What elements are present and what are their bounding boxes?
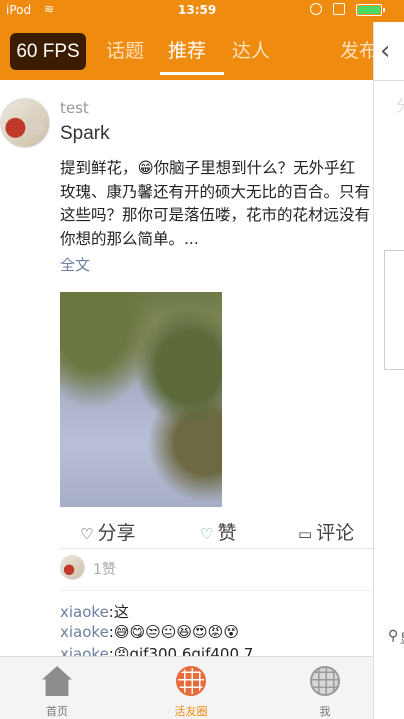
- panel-text-box[interactable]: [384, 250, 404, 370]
- picture-icon: [333, 3, 345, 15]
- tab-experts[interactable]: 达人: [232, 36, 270, 63]
- tab-me[interactable]: 我: [280, 657, 370, 719]
- chevron-left-icon[interactable]: ‹: [380, 36, 390, 66]
- tab-recommend[interactable]: 推荐: [168, 36, 206, 63]
- tab-friends-label: 活友圈: [174, 705, 208, 718]
- like-count: 1赞: [93, 562, 116, 578]
- side-panel: ‹ 分 ⚲ 显: [373, 22, 404, 719]
- status-time: 13:59: [178, 3, 217, 17]
- liker-avatar[interactable]: [60, 555, 85, 580]
- globe-icon: [310, 666, 340, 696]
- active-tab-indicator: [160, 72, 224, 75]
- bottom-tab-bar: 首页 活友圈 我: [0, 656, 373, 719]
- like-label: 赞: [217, 522, 237, 544]
- comment-button[interactable]: ▭ 评论: [298, 518, 354, 545]
- comment-text: 😅😋😒😐😆😍😡😵: [113, 623, 239, 641]
- fps-counter: 60 FPS: [10, 33, 86, 70]
- share-button[interactable]: ♡ 分享: [80, 518, 135, 545]
- post-subtitle: Spark: [60, 123, 110, 144]
- like-button[interactable]: ♡ 赞: [200, 518, 236, 545]
- comment-user[interactable]: xiaoke: [60, 623, 109, 641]
- carrier-label: iPod: [6, 3, 32, 17]
- wifi-icon: ≋: [44, 2, 55, 16]
- home-icon: [42, 666, 72, 696]
- comment-text: 这: [113, 603, 129, 621]
- tab-friends-circle[interactable]: 活友圈: [146, 657, 236, 719]
- comment-item[interactable]: xiaoke:😅😋😒😐😆😍😡😵: [60, 623, 239, 641]
- rotation-lock-icon: [310, 3, 322, 15]
- panel-hint-text: 分: [396, 92, 404, 116]
- comment-text: 😡gif300 6gif400 7: [113, 645, 254, 656]
- avatar[interactable]: [0, 98, 50, 148]
- comment-user[interactable]: xiaoke: [60, 645, 109, 656]
- comment-user[interactable]: xiaoke: [60, 603, 109, 621]
- post-username[interactable]: test: [60, 99, 89, 117]
- panel-divider: [374, 80, 404, 81]
- tab-publish[interactable]: 发布: [340, 36, 373, 63]
- comment-item[interactable]: xiaoke:😡gif300 6gif400 7: [60, 645, 253, 656]
- heart-outline-icon: ♡: [80, 525, 94, 543]
- tab-topics[interactable]: 话题: [106, 36, 144, 63]
- tab-home-label: 首页: [46, 705, 68, 718]
- full-text-link[interactable]: 全文: [60, 254, 90, 275]
- location-pin-icon: ⚲: [388, 628, 399, 644]
- top-nav-bar: 60 FPS 话题 推荐 达人 发布: [0, 22, 373, 80]
- share-label: 分享: [97, 522, 136, 544]
- feed[interactable]: test Spark 提到鲜花，😁你脑子里想到什么？无外乎红玫瑰、康乃馨还有开的…: [0, 80, 373, 656]
- battery-icon: [356, 4, 385, 16]
- comment-item[interactable]: xiaoke:这: [60, 601, 129, 622]
- heart-icon: ♡: [200, 525, 214, 543]
- location-label[interactable]: 显: [400, 628, 404, 647]
- tab-me-label: 我: [319, 705, 331, 718]
- status-bar: iPod ≋ 13:59: [0, 0, 404, 22]
- comment-icon: ▭: [298, 525, 313, 543]
- post-photo[interactable]: [60, 292, 222, 507]
- divider: [60, 590, 373, 591]
- comment-label: 评论: [316, 522, 355, 544]
- post-body: 提到鲜花，😁你脑子里想到什么？无外乎红玫瑰、康乃馨还有开的硕大无比的百合。只有这…: [60, 159, 371, 248]
- globe-icon: [176, 666, 206, 696]
- divider: [60, 548, 373, 549]
- tab-home[interactable]: 首页: [12, 657, 102, 719]
